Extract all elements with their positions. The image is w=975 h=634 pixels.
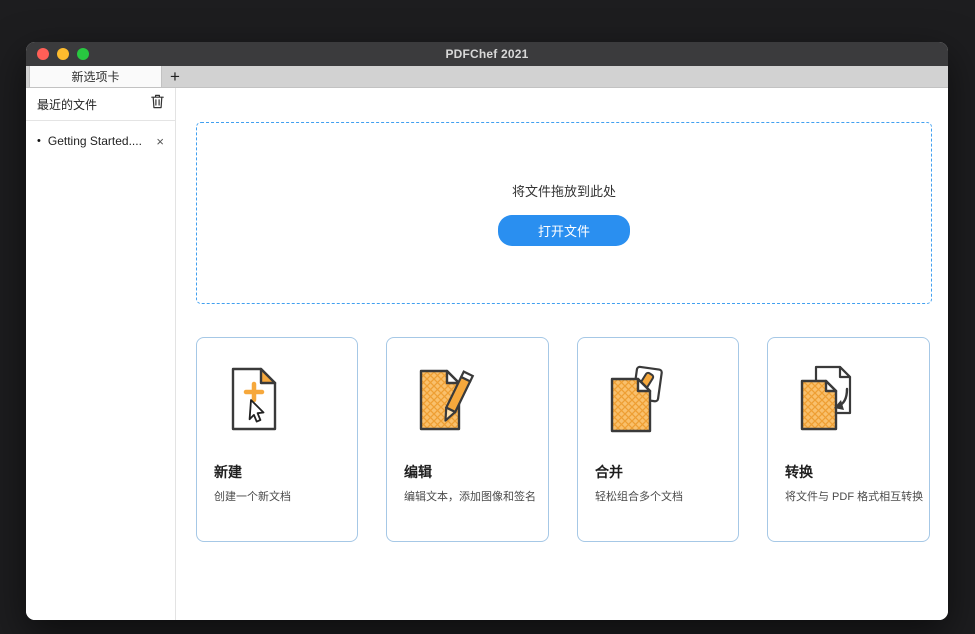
plus-icon: + (170, 68, 180, 85)
card-description: 轻松组合多个文档 (595, 488, 724, 504)
card-title: 编辑 (404, 462, 534, 482)
card-description: 创建一个新文档 (214, 488, 343, 504)
sidebar-recent-files: 最近的文件 • Getting Started.... × (26, 88, 176, 620)
open-file-button[interactable]: 打开文件 (498, 215, 630, 246)
window-title: PDFChef 2021 (445, 47, 528, 61)
recent-file-item[interactable]: • Getting Started.... × (26, 121, 175, 161)
edit-document-icon (413, 364, 477, 434)
tab-bar: 新选项卡 + (26, 66, 948, 88)
sidebar-header: 最近的文件 (26, 88, 175, 121)
file-drop-zone[interactable]: 将文件拖放到此处 打开文件 (196, 122, 932, 304)
drop-zone-hint: 将文件拖放到此处 (512, 181, 616, 200)
main-area: 将文件拖放到此处 打开文件 新建 创建一个新文档 (176, 88, 948, 620)
trash-icon (151, 94, 164, 114)
bullet-icon: • (37, 135, 41, 147)
card-title: 转换 (785, 462, 915, 482)
card-title: 合并 (595, 462, 724, 482)
traffic-lights (37, 42, 89, 66)
close-window-button[interactable] (37, 48, 49, 60)
card-new[interactable]: 新建 创建一个新文档 (196, 337, 358, 542)
recent-file-label: Getting Started.... (48, 134, 150, 148)
new-tab-button[interactable]: + (162, 66, 188, 87)
convert-document-icon (794, 364, 858, 434)
tab-new-tab[interactable]: 新选项卡 (29, 66, 162, 87)
minimize-window-button[interactable] (57, 48, 69, 60)
close-recent-icon[interactable]: × (156, 135, 164, 148)
titlebar: PDFChef 2021 (26, 42, 948, 66)
tab-label: 新选项卡 (71, 68, 119, 85)
card-merge[interactable]: 合并 轻松组合多个文档 (577, 337, 739, 542)
card-description: 将文件与 PDF 格式相互转换 (785, 488, 915, 504)
card-description: 编辑文本，添加图像和签名 (404, 488, 534, 504)
card-convert[interactable]: 转换 将文件与 PDF 格式相互转换 (767, 337, 930, 542)
action-cards: 新建 创建一个新文档 (196, 337, 932, 542)
maximize-window-button[interactable] (77, 48, 89, 60)
card-edit[interactable]: 编辑 编辑文本，添加图像和签名 (386, 337, 549, 542)
app-window: PDFChef 2021 新选项卡 + 最近的文件 (26, 42, 948, 620)
clear-recent-button[interactable] (151, 94, 164, 114)
card-title: 新建 (214, 462, 343, 482)
new-document-icon (223, 364, 287, 434)
merge-documents-icon (604, 364, 668, 434)
recent-files-title: 最近的文件 (37, 96, 97, 113)
